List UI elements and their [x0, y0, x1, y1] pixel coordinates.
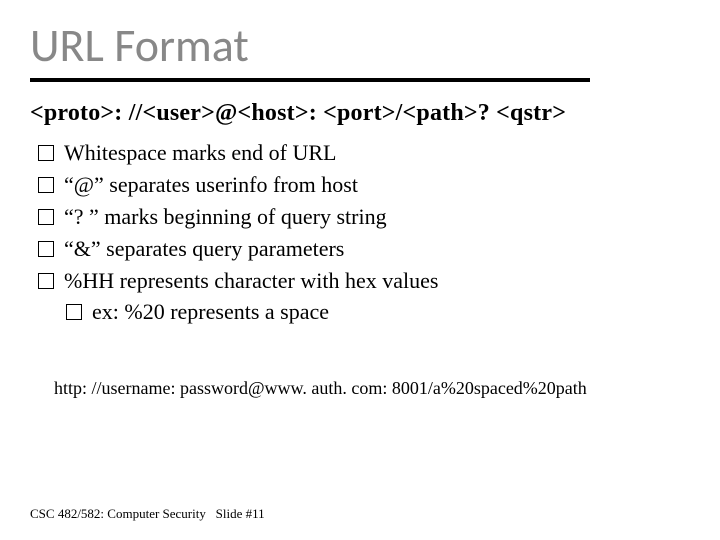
- url-format-line: <proto>: //<user>@<host>: <port>/<path>?…: [30, 100, 690, 127]
- bullet-list: Whitespace marks end of URL “@” separate…: [30, 137, 690, 296]
- list-item: Whitespace marks end of URL: [64, 137, 690, 169]
- list-item: %HH represents character with hex values: [64, 265, 690, 297]
- list-item: “&” separates query parameters: [64, 233, 690, 265]
- list-item: ex: %20 represents a space: [92, 296, 690, 328]
- slide-footer: CSC 482/582: Computer Security Slide #11: [30, 506, 265, 522]
- example-url: http: //username: password@www. auth. co…: [30, 378, 690, 399]
- list-item: “? ” marks beginning of query string: [64, 201, 690, 233]
- slide: URL Format <proto>: //<user>@<host>: <po…: [0, 0, 720, 540]
- sub-bullet-list: ex: %20 represents a space: [30, 296, 690, 328]
- title-rule: [30, 78, 590, 82]
- list-item: “@” separates userinfo from host: [64, 169, 690, 201]
- page-title: URL Format: [30, 18, 690, 74]
